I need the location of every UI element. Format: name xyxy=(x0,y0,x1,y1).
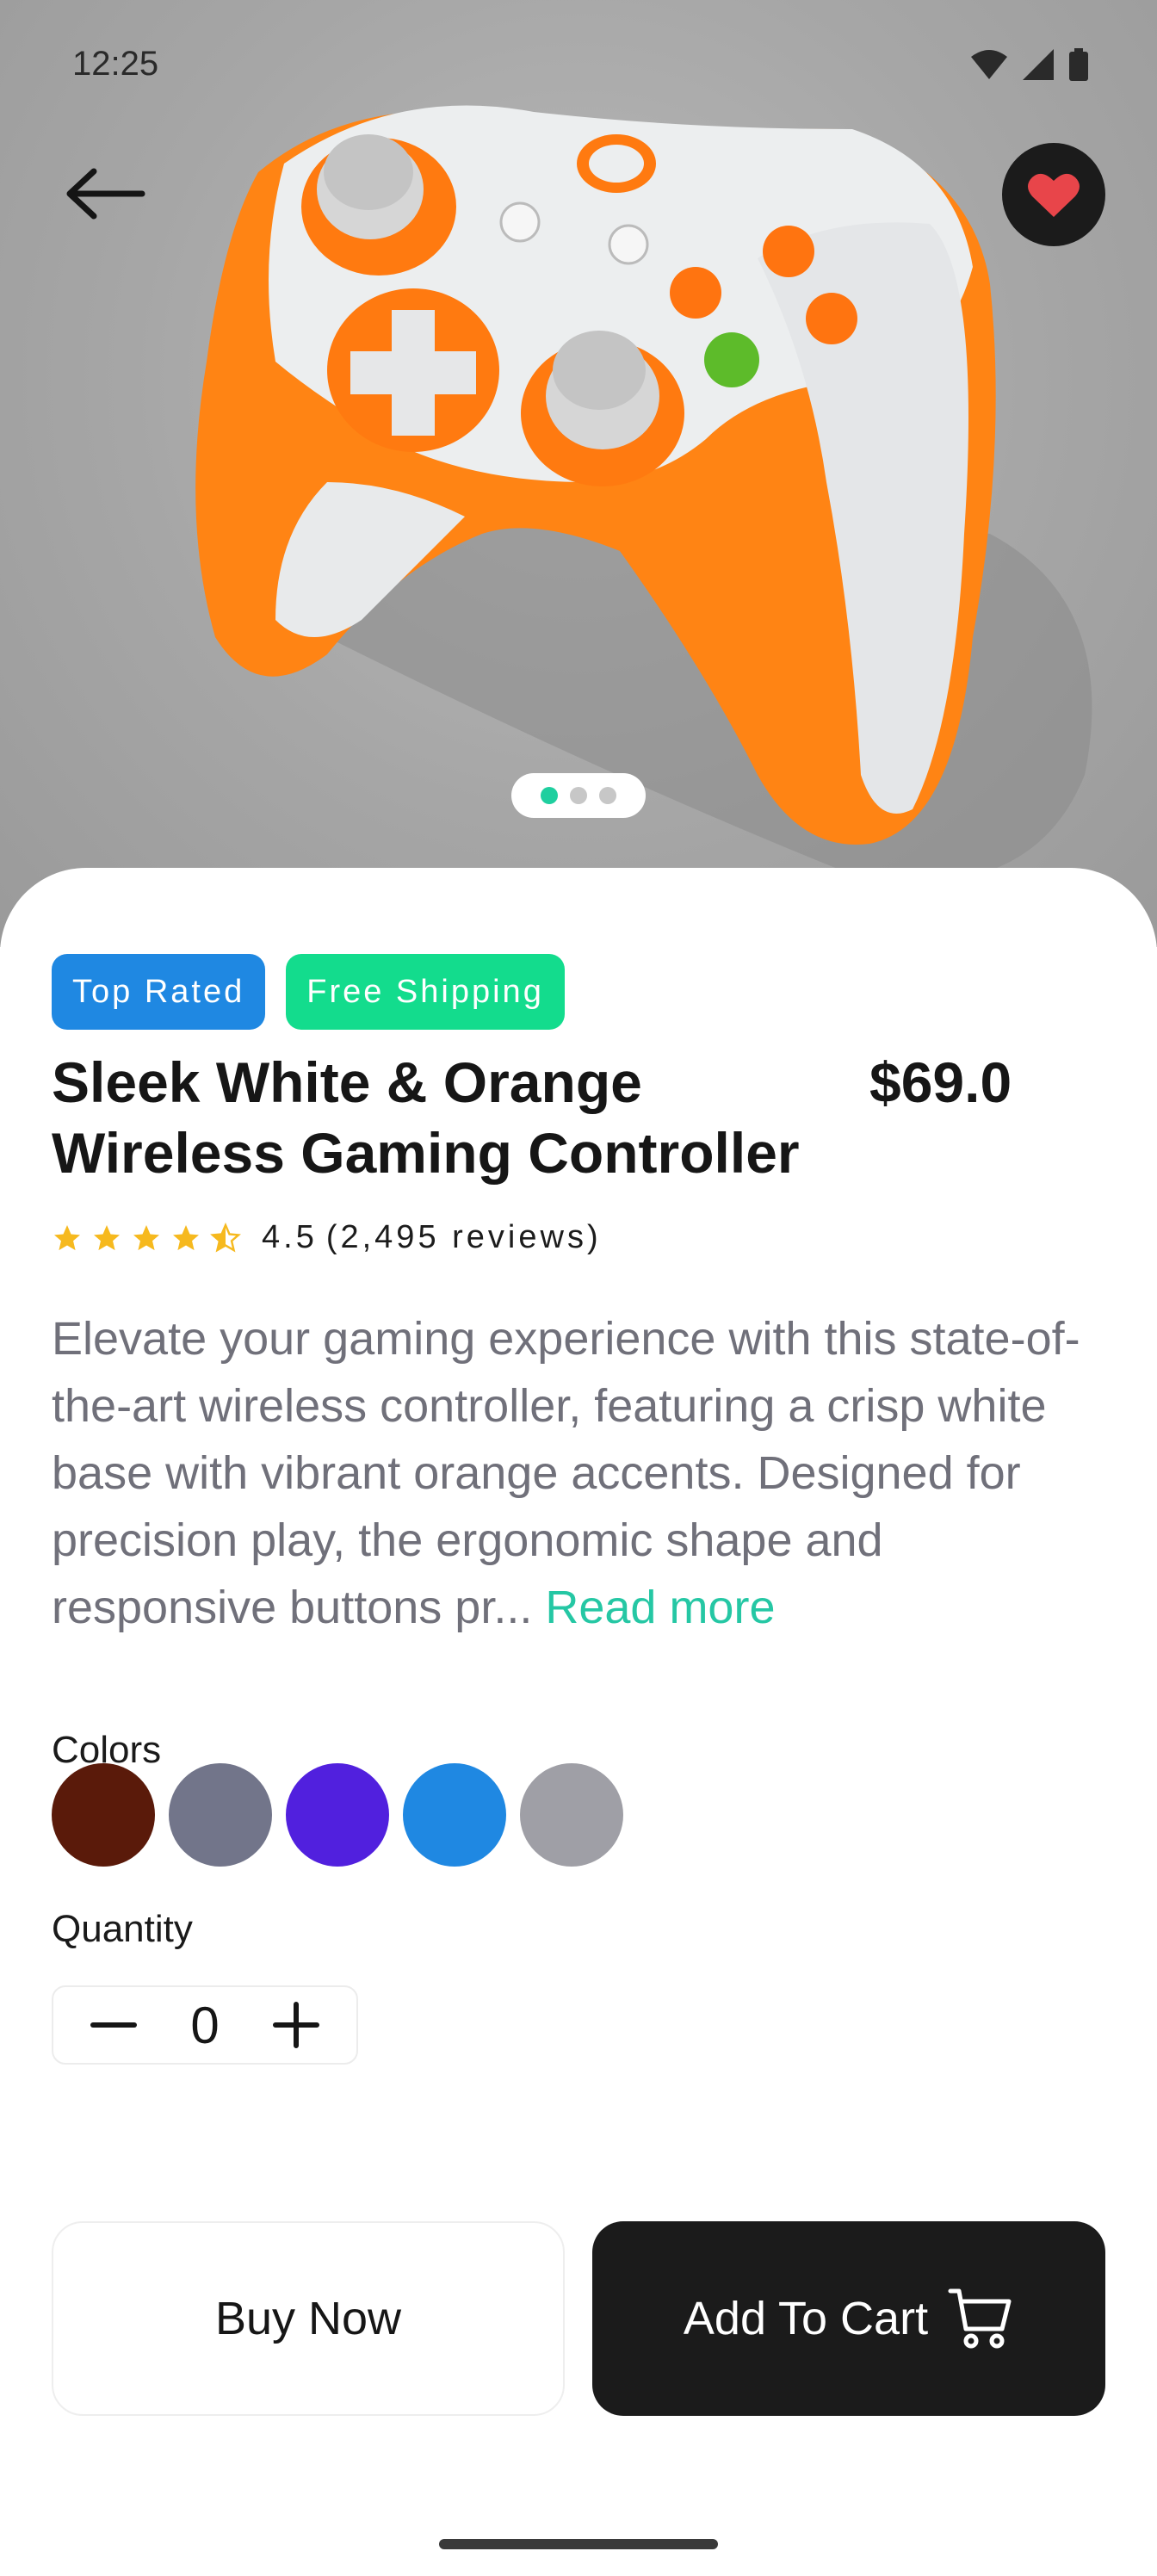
carousel-dot[interactable] xyxy=(599,787,616,804)
badge-list: Top Rated Free Shipping xyxy=(52,954,565,1030)
carousel-dot[interactable] xyxy=(541,787,558,804)
purchase-actions: Buy Now Add To Cart xyxy=(52,2221,1105,2416)
status-bar: 12:25 xyxy=(0,0,1157,121)
buy-now-button[interactable]: Buy Now xyxy=(52,2221,565,2416)
favorite-button[interactable] xyxy=(1002,143,1105,246)
color-swatch-slate[interactable] xyxy=(169,1763,272,1867)
read-more-link[interactable]: Read more xyxy=(545,1582,775,1633)
color-swatch-blue[interactable] xyxy=(403,1763,506,1867)
back-button[interactable] xyxy=(48,146,160,241)
product-price: $69.0 xyxy=(869,1050,1012,1114)
quantity-label: Quantity xyxy=(52,1908,193,1950)
heart-icon xyxy=(1028,173,1080,217)
status-icons xyxy=(971,48,1088,81)
star-icon xyxy=(173,1224,199,1250)
rating-summary: 4.5 (2,495 reviews) xyxy=(262,1219,610,1256)
rating-value: 4.5 xyxy=(262,1219,318,1255)
free-shipping-badge: Free Shipping xyxy=(286,954,565,1030)
quantity-stepper: 0 xyxy=(52,1985,358,2065)
review-count: (2,495 reviews) xyxy=(325,1219,602,1255)
add-to-cart-button[interactable]: Add To Cart xyxy=(592,2221,1105,2416)
rating-row: 4.5 (2,495 reviews) xyxy=(52,1219,610,1256)
home-indicator[interactable] xyxy=(439,2539,718,2549)
star-rating xyxy=(52,1222,241,1254)
arrow-left-icon xyxy=(66,168,145,220)
product-description: Elevate your gaming experience with this… xyxy=(52,1305,1111,1641)
product-image-hero: 12:25 xyxy=(0,0,1157,947)
color-swatch-brown[interactable] xyxy=(52,1763,155,1867)
color-swatch-gray[interactable] xyxy=(520,1763,623,1867)
signal-icon xyxy=(1023,49,1054,80)
minus-icon xyxy=(90,2022,137,2028)
status-time: 12:25 xyxy=(72,45,159,83)
plus-icon xyxy=(273,2002,319,2048)
add-to-cart-label: Add To Cart xyxy=(683,2293,929,2344)
buy-now-label: Buy Now xyxy=(214,2293,402,2344)
cart-icon xyxy=(948,2288,1012,2349)
star-half-icon xyxy=(210,1222,241,1253)
star-icon xyxy=(133,1224,159,1250)
star-icon xyxy=(54,1224,80,1250)
quantity-value: 0 xyxy=(190,1996,220,2054)
increase-quantity-button[interactable] xyxy=(270,1999,322,2051)
product-details-sheet: Top Rated Free Shipping Sleek White & Or… xyxy=(0,868,1157,2576)
color-swatch-purple[interactable] xyxy=(286,1763,389,1867)
decrease-quantity-button[interactable] xyxy=(88,1999,139,2051)
carousel-dot[interactable] xyxy=(570,787,587,804)
battery-icon xyxy=(1069,48,1088,81)
product-title: Sleek White & Orange Wireless Gaming Con… xyxy=(52,1050,800,1185)
top-rated-badge: Top Rated xyxy=(52,954,266,1030)
color-swatch-list xyxy=(52,1763,623,1867)
image-carousel-indicator xyxy=(511,773,646,818)
wifi-icon xyxy=(971,50,1007,79)
star-icon xyxy=(94,1224,120,1250)
